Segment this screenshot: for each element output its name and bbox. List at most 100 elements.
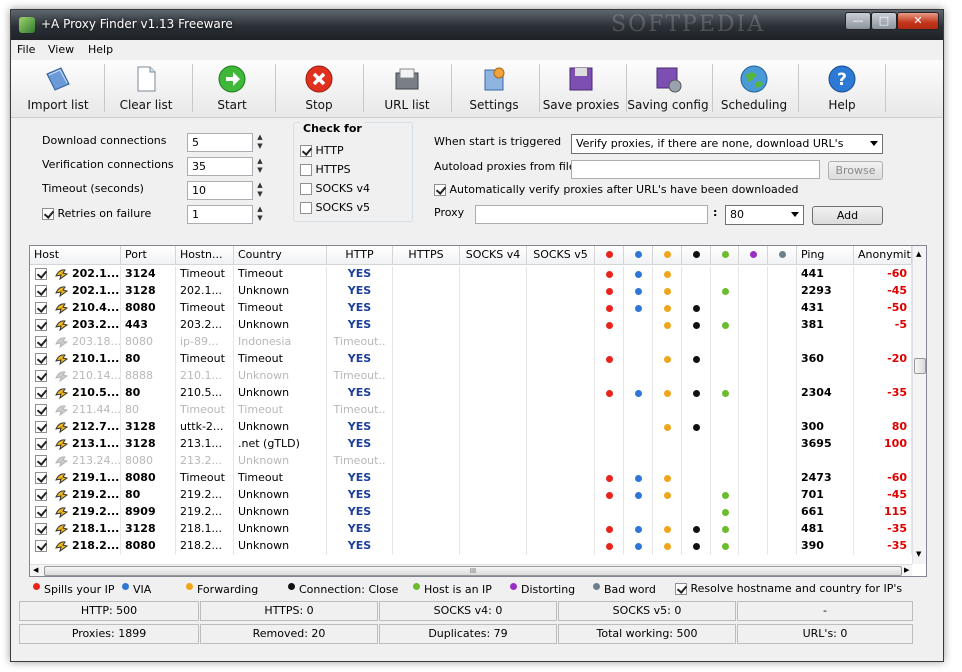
table-row[interactable]: 210.1... 80 Timeout Timeout YES 360 -20 (30, 351, 912, 368)
import-list-button[interactable]: Import list (15, 60, 101, 116)
retries-checkbox[interactable] (42, 208, 54, 220)
row-checkbox[interactable] (35, 285, 47, 297)
https-checkbox[interactable] (300, 164, 312, 176)
scroll-thumb[interactable] (914, 358, 926, 374)
column-header-4[interactable]: HTTP (327, 246, 393, 264)
timeout-input[interactable]: 10 (187, 181, 253, 200)
port-select[interactable]: 80 (725, 205, 804, 225)
column-header-16[interactable]: Anonymit (854, 246, 912, 264)
socks5-checkbox[interactable] (300, 202, 312, 214)
verification-connections-input[interactable]: 35 (187, 157, 253, 176)
table-row[interactable]: 213.24... 8080 213.2... Unknown Timeout.. (30, 453, 912, 470)
table-row[interactable]: 211.44... 80 Timeout Timeout Timeout.. (30, 402, 912, 419)
column-header-5[interactable]: HTTPS (393, 246, 460, 264)
row-checkbox[interactable] (35, 336, 47, 348)
socks4-checkbox[interactable] (300, 183, 312, 195)
table-row[interactable]: 213.1... 3128 213.1... .net (gTLD) YES 3695 10… (30, 436, 912, 453)
close-button[interactable]: ✕ (897, 12, 939, 30)
verification-connections-spinner[interactable]: ▲ ▼ (255, 157, 265, 176)
column-header-2[interactable]: Hostn... (176, 246, 234, 264)
table-row[interactable]: 210.4... 8080 Timeout Timeout YES 431 -50 (30, 300, 912, 317)
column-header-9[interactable] (624, 246, 653, 264)
column-header-10[interactable] (653, 246, 682, 264)
url-list-button[interactable]: URL list (364, 60, 450, 116)
when-start-select[interactable]: Verify proxies, if there are none, downl… (571, 134, 883, 154)
scroll-left-icon[interactable]: ◀ (33, 566, 38, 574)
row-checkbox[interactable] (35, 523, 47, 535)
start-button[interactable]: Start (189, 60, 275, 116)
hscroll-thumb[interactable]: III (44, 566, 902, 576)
proxy-input[interactable] (475, 205, 708, 224)
column-header-6[interactable]: SOCKS v4 (460, 246, 527, 264)
autoload-input[interactable] (571, 160, 820, 179)
settings-button[interactable]: Settings (451, 60, 537, 116)
row-checkbox[interactable] (35, 302, 47, 314)
socks5-cell (527, 419, 595, 436)
download-connections-spinner[interactable]: ▲ ▼ (255, 133, 265, 152)
column-header-0[interactable]: Host (30, 246, 121, 264)
save-proxies-button[interactable]: Save proxies (538, 60, 624, 116)
column-header-12[interactable] (711, 246, 739, 264)
row-checkbox[interactable] (35, 455, 47, 467)
table-row[interactable]: 202.1... 3124 Timeout Timeout YES 441 -60 (30, 266, 912, 283)
table-row[interactable]: 218.1... 3128 218.1... Unknown YES 481 -35 (30, 521, 912, 538)
table-row[interactable]: 218.2... 8080 218.2... Unknown YES 390 -35 (30, 538, 912, 555)
row-checkbox[interactable] (35, 472, 47, 484)
table-row[interactable]: 219.2... 80 219.2... Unknown YES 701 -45 (30, 487, 912, 504)
table-row[interactable]: 219.2... 8909 219.2... Unknown YES 661 115 (30, 504, 912, 521)
help-button[interactable]: ? Help (799, 60, 885, 116)
orange-dot-icon (664, 271, 671, 278)
download-connections-input[interactable]: 5 (187, 133, 253, 152)
maximize-button[interactable]: □ (871, 12, 897, 30)
minimize-button[interactable]: — (845, 12, 871, 30)
saving-config-button[interactable]: Saving config (625, 60, 711, 116)
row-checkbox[interactable] (35, 319, 47, 331)
column-header-8[interactable] (595, 246, 624, 264)
table-row[interactable]: 203.18... 8080 ip-89... Indonesia Timeout.. (30, 334, 912, 351)
table-row[interactable]: 202.1... 3128 202.1... Unknown YES 2293 -45 (30, 283, 912, 300)
row-checkbox[interactable] (35, 268, 47, 280)
table-row[interactable]: 212.7... 3128 uttk-2... Unknown YES 300 80 (30, 419, 912, 436)
row-checkbox[interactable] (35, 387, 47, 399)
auto-verify-checkbox[interactable] (434, 184, 446, 196)
column-header-7[interactable]: SOCKS v5 (527, 246, 595, 264)
http-checkbox[interactable] (300, 145, 312, 157)
clear-list-button[interactable]: Clear list (103, 60, 189, 116)
column-header-1[interactable]: Port (121, 246, 176, 264)
row-checkbox[interactable] (35, 353, 47, 365)
vertical-scrollbar[interactable]: ▲ ▼ (912, 246, 926, 564)
ping-cell: 300 (797, 419, 854, 436)
column-header-3[interactable]: Country (234, 246, 327, 264)
row-checkbox[interactable] (35, 438, 47, 450)
add-button[interactable]: Add (812, 206, 883, 225)
table-row[interactable]: 219.1... 8080 Timeout Timeout YES 2473 -60 (30, 470, 912, 487)
table-row[interactable]: 210.14... 8888 210.1... Unknown Timeout.. (30, 368, 912, 385)
scroll-right-icon[interactable]: ▶ (904, 566, 909, 574)
scheduling-button[interactable]: Scheduling (711, 60, 797, 116)
horizontal-scrollbar[interactable]: ◀ III ▶ (30, 564, 912, 576)
column-header-11[interactable] (682, 246, 711, 264)
retries-spinner[interactable]: ▲ ▼ (255, 205, 265, 224)
row-checkbox[interactable] (35, 421, 47, 433)
title-bar[interactable]: +A Proxy Finder v1.13 Freeware SOFTPEDIA… (11, 10, 943, 40)
column-header-15[interactable]: Ping (797, 246, 854, 264)
resolve-checkbox[interactable] (675, 583, 687, 595)
row-checkbox[interactable] (35, 506, 47, 518)
timeout-spinner[interactable]: ▲ ▼ (255, 181, 265, 200)
menu-view[interactable]: View (48, 43, 74, 56)
table-row[interactable]: 203.2... 443 203.2... Unknown YES 381 -5 (30, 317, 912, 334)
stop-button[interactable]: Stop (276, 60, 362, 116)
retries-input[interactable]: 1 (187, 205, 253, 224)
table-row[interactable]: 210.5... 80 210.5... Unknown YES 2304 -35 (30, 385, 912, 402)
menu-help[interactable]: Help (88, 43, 113, 56)
column-header-14[interactable] (768, 246, 797, 264)
scroll-down-icon[interactable]: ▼ (916, 550, 921, 558)
browse-button[interactable]: Browse (828, 161, 883, 180)
row-checkbox[interactable] (35, 540, 47, 552)
row-checkbox[interactable] (35, 404, 47, 416)
row-checkbox[interactable] (35, 370, 47, 382)
column-header-13[interactable] (739, 246, 768, 264)
menu-file[interactable]: File (17, 43, 35, 56)
scroll-up-icon[interactable]: ▲ (916, 250, 921, 258)
row-checkbox[interactable] (35, 489, 47, 501)
